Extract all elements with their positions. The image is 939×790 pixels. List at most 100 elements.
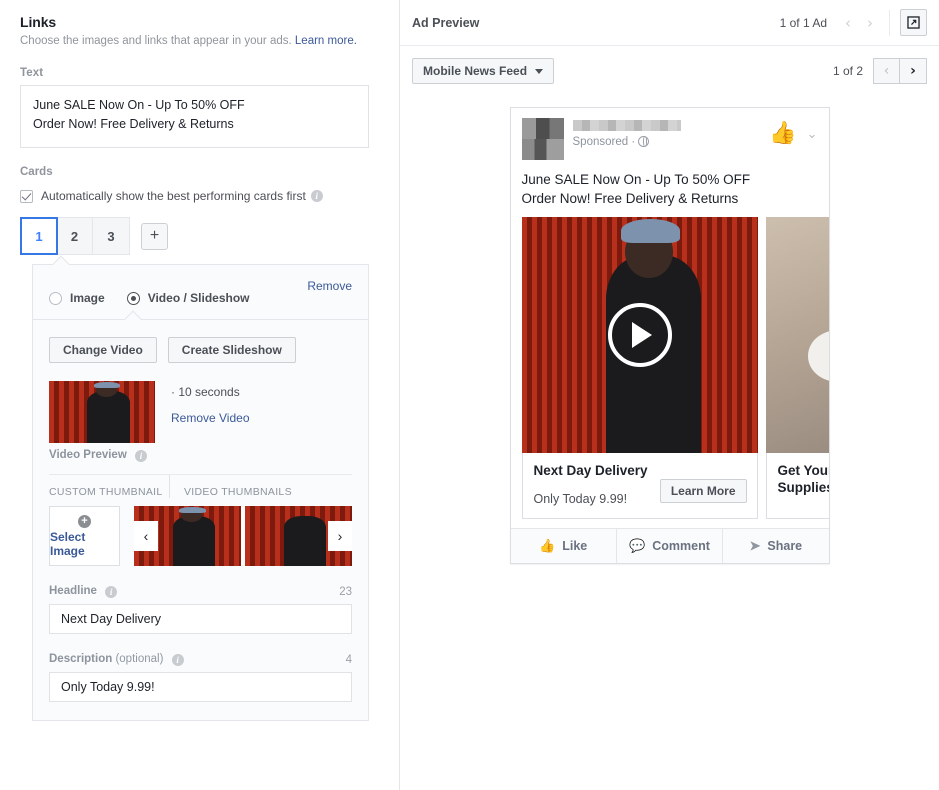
like-button[interactable]: 👍 Like — [511, 529, 617, 563]
video-thumbnail-option[interactable]: › — [245, 506, 352, 566]
learn-more-link[interactable]: Learn more. — [295, 35, 357, 47]
ad-preview-header: Ad Preview 1 of 1 Ad ‹ › — [400, 0, 939, 46]
share-icon: ➤ — [749, 538, 760, 554]
headline-char-count: 23 — [339, 586, 352, 598]
video-buttons-row: Change Video Create Slideshow — [49, 337, 352, 363]
section-subheading: Choose the images and links that appear … — [20, 34, 369, 49]
headline-label-row: Headline i 23 — [49, 585, 352, 598]
open-external-button[interactable] — [900, 9, 927, 36]
comment-icon: 💬 — [629, 538, 645, 554]
thumbnail-prev-icon[interactable]: ‹ — [134, 521, 158, 551]
next-ad-chevron-icon[interactable]: › — [859, 14, 881, 32]
carousel-card-1[interactable]: Next Day Delivery Only Today 9.99! Learn… — [522, 217, 758, 519]
thumbnail-next-icon[interactable]: › — [328, 521, 352, 551]
headline-label: Headline — [49, 585, 97, 597]
post-header: Sponsored · 👍 ⌄ — [511, 108, 829, 160]
page-name-redacted — [573, 120, 681, 131]
radio-option-image[interactable]: Image — [49, 291, 105, 305]
card-tabs-row: 1 2 3 + — [20, 217, 369, 255]
media-type-radio-group: Image Video / Slideshow — [49, 291, 352, 305]
select-image-label: Select Image — [50, 530, 119, 558]
carousel[interactable]: Next Day Delivery Only Today 9.99! Learn… — [511, 217, 829, 519]
share-button[interactable]: ➤ Share — [723, 529, 828, 563]
create-slideshow-button[interactable]: Create Slideshow — [168, 337, 296, 363]
video-thumbnail-preview[interactable] — [49, 381, 155, 443]
auto-show-checkbox-row[interactable]: Automatically show the best performing c… — [20, 189, 369, 203]
plus-icon: + — [78, 515, 91, 528]
caret-up-icon — [53, 256, 70, 273]
info-icon[interactable]: i — [105, 586, 117, 598]
sponsored-row: Sponsored · — [573, 136, 681, 148]
add-card-button[interactable]: + — [141, 223, 168, 250]
cards-group: Cards Automatically show the best perfor… — [20, 166, 369, 255]
carousel-card-1-title: Next Day Delivery — [534, 462, 746, 479]
learn-more-button[interactable]: Learn More — [660, 479, 747, 503]
description-input[interactable]: Only Today 9.99! — [49, 672, 352, 702]
post-menu-chevron-icon[interactable]: ⌄ — [807, 122, 818, 142]
change-video-button[interactable]: Change Video — [49, 337, 157, 363]
text-field-label: Text — [20, 67, 369, 79]
radio-video-icon[interactable] — [127, 292, 140, 305]
description-label: Description — [49, 653, 112, 665]
description-char-count: 4 — [346, 654, 352, 666]
photo-person-body — [173, 516, 216, 566]
remove-video-link[interactable]: Remove Video — [171, 411, 250, 425]
text-field-group: Text June SALE Now On - Up To 50% OFF Or… — [20, 67, 369, 148]
video-meta: · 10 seconds Remove Video — [171, 381, 250, 443]
video-thumbnails-label: VIDEO THUMBNAILS — [184, 486, 292, 498]
thumbnail-divider — [169, 475, 170, 498]
preview-wrapper: Sponsored · 👍 ⌄ June SALE Now On - Up To… — [400, 107, 939, 564]
radio-image-icon[interactable] — [49, 292, 62, 305]
photo-person-body — [284, 516, 327, 566]
comment-label: Comment — [652, 539, 710, 553]
video-thumbnail-option[interactable]: ‹ — [134, 506, 241, 566]
post-body-line-2: Order Now! Free Delivery & Returns — [522, 189, 818, 208]
prev-ad-chevron-icon[interactable]: ‹ — [837, 14, 859, 32]
ad-editor-screen: Links Choose the images and links that a… — [0, 0, 939, 790]
comment-button[interactable]: 💬 Comment — [617, 529, 723, 563]
carousel-card-1-media[interactable] — [522, 217, 758, 453]
placement-dropdown[interactable]: Mobile News Feed — [412, 58, 554, 84]
card-tab-3[interactable]: 3 — [93, 218, 129, 254]
placement-pager: 1 of 2 ‹ › — [833, 58, 927, 84]
thumbnails-row: + Select Image ‹ › — [49, 506, 352, 566]
info-icon[interactable]: i — [172, 654, 184, 666]
carousel-card-2[interactable]: Get Your Supplies — [766, 217, 829, 519]
ad-preview-panel: Ad Preview 1 of 1 Ad ‹ › Mobile News Fee… — [400, 0, 939, 790]
share-label: Share — [767, 539, 802, 553]
facebook-post-preview: Sponsored · 👍 ⌄ June SALE Now On - Up To… — [510, 107, 830, 564]
card-tab-1[interactable]: 1 — [20, 217, 58, 255]
primary-text-line-2: Order Now! Free Delivery & Returns — [33, 115, 356, 134]
cards-label: Cards — [20, 166, 369, 178]
globe-icon — [638, 136, 649, 147]
photo-person-cap — [94, 382, 121, 388]
placement-prev-button[interactable]: ‹ — [873, 58, 900, 84]
ad-preview-header-controls: 1 of 1 Ad ‹ › — [780, 9, 927, 36]
carousel-card-2-media[interactable] — [766, 217, 829, 453]
info-icon[interactable]: i — [135, 450, 147, 462]
photo-person-body — [87, 391, 129, 443]
headline-input[interactable]: Next Day Delivery — [49, 604, 352, 634]
info-icon[interactable]: i — [311, 190, 323, 202]
headline-label-group: Headline i — [49, 585, 117, 598]
card-tab-2[interactable]: 2 — [57, 218, 93, 254]
post-actions-bar: 👍 Like 💬 Comment ➤ Share — [511, 528, 829, 563]
play-button-icon[interactable] — [608, 303, 672, 367]
thumbs-up-icon[interactable]: 👍 — [769, 122, 796, 144]
radio-option-video[interactable]: Video / Slideshow — [127, 291, 250, 305]
photo-person-cap — [621, 219, 680, 243]
panel-divider — [33, 319, 368, 320]
chevron-down-icon — [535, 69, 543, 74]
placement-next-button[interactable]: › — [900, 58, 927, 84]
placement-page-count: 1 of 2 — [833, 64, 863, 78]
ad-preview-title: Ad Preview — [412, 16, 479, 30]
carousel-card-2-title-line-1: Get Your — [778, 462, 829, 479]
photo-highlight — [808, 330, 829, 382]
video-duration: · 10 seconds — [171, 385, 250, 399]
post-body-text: June SALE Now On - Up To 50% OFF Order N… — [511, 160, 829, 217]
description-label-row: Description (optional) i 4 — [49, 653, 352, 666]
placement-dropdown-label: Mobile News Feed — [423, 64, 527, 78]
auto-show-checkbox[interactable] — [20, 190, 33, 203]
primary-text-input[interactable]: June SALE Now On - Up To 50% OFF Order N… — [20, 85, 369, 148]
select-image-button[interactable]: + Select Image — [49, 506, 120, 566]
